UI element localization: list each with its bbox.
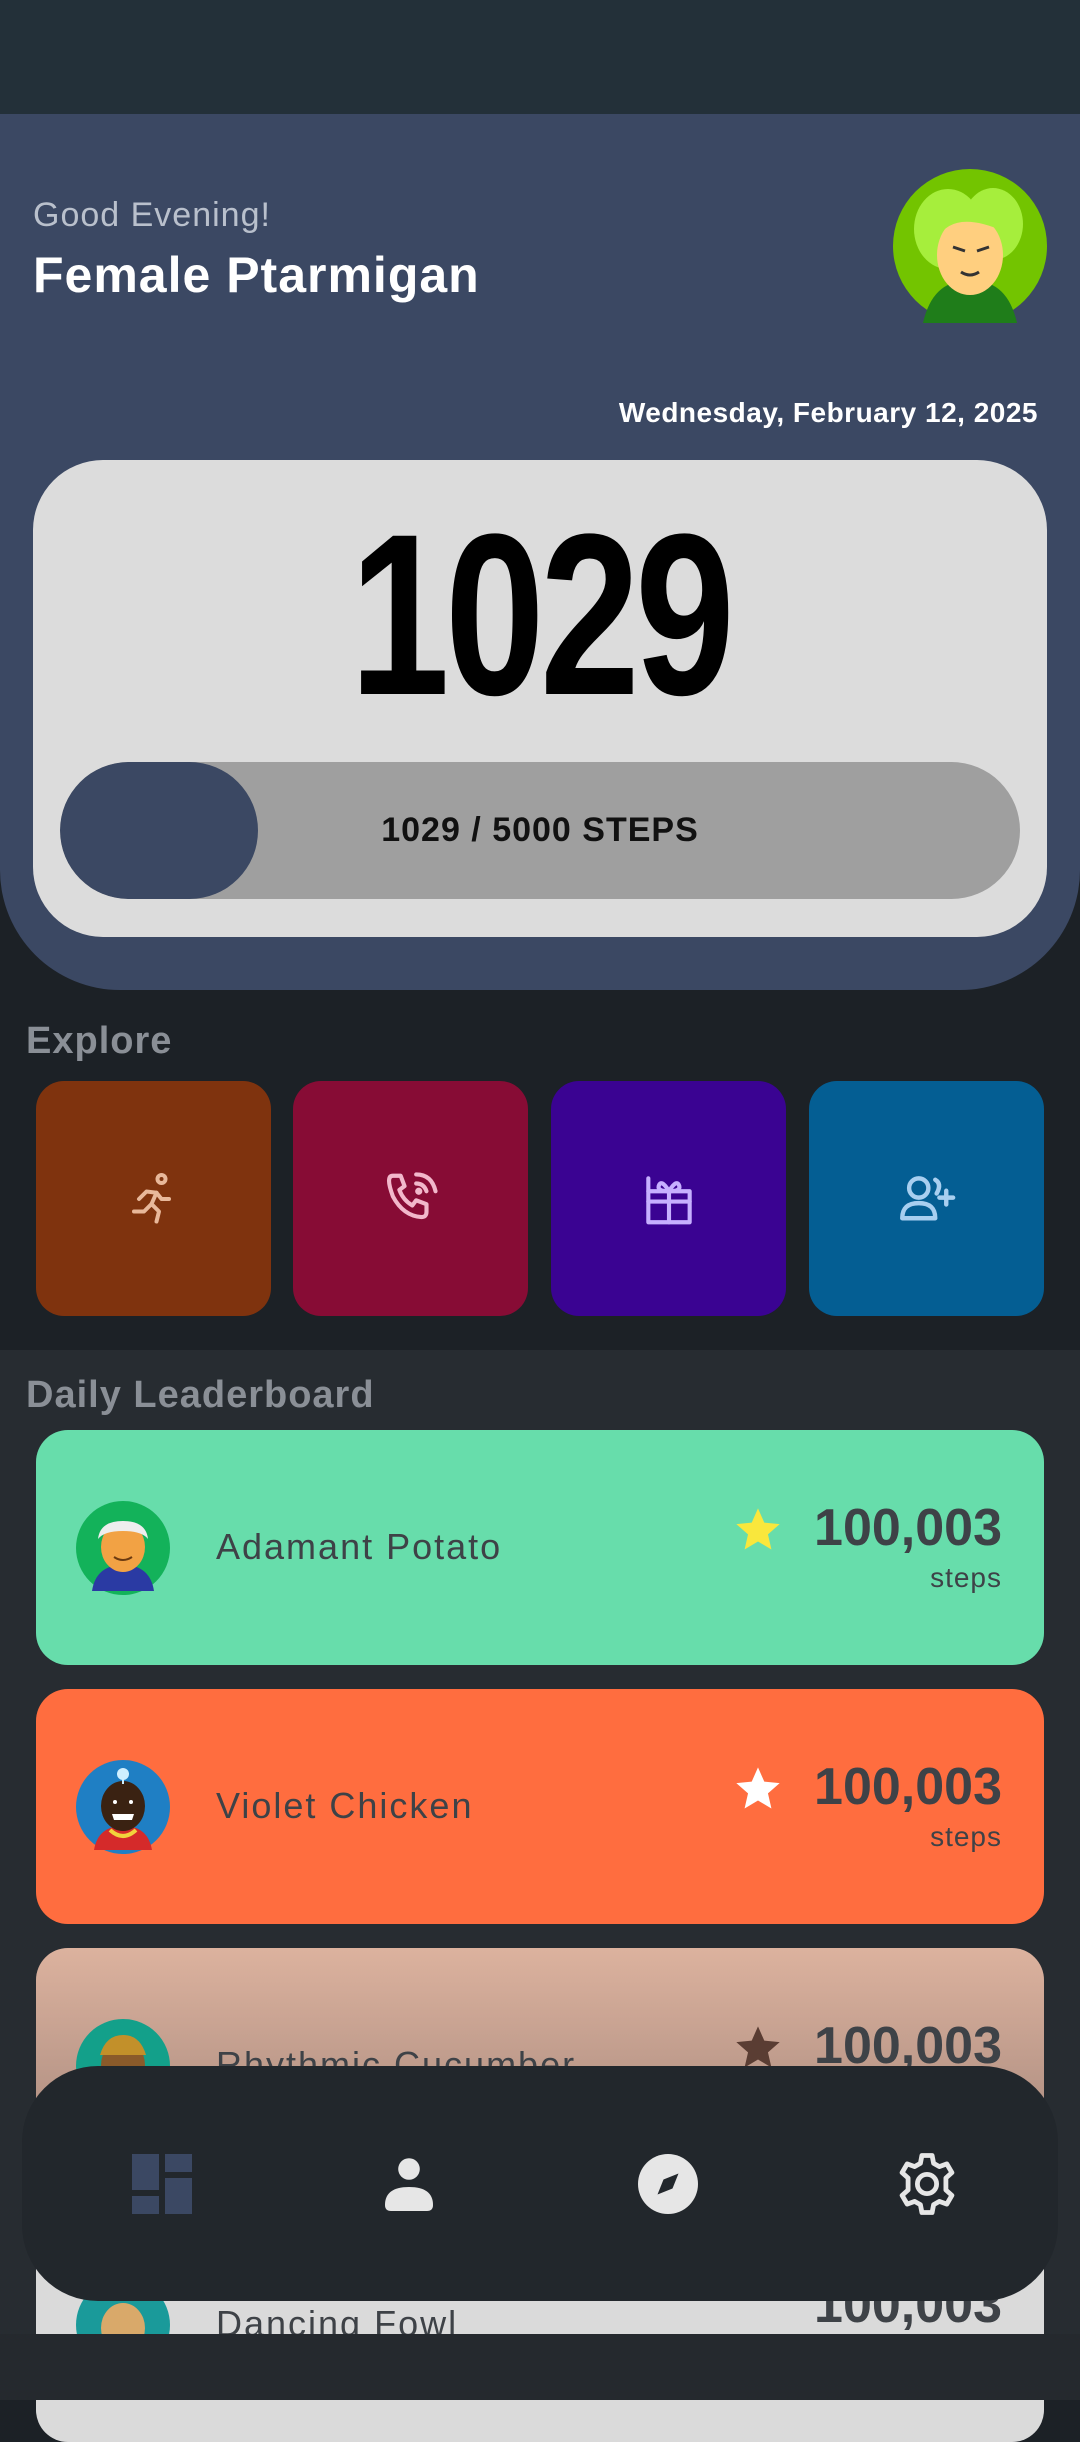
step-counter-card: 1029 1029 / 5000 STEPS <box>33 460 1047 937</box>
step-progress-bar: 1029 / 5000 STEPS <box>60 762 1020 899</box>
user-avatar[interactable] <box>893 169 1047 323</box>
leaderboard-entry[interactable]: Adamant Potato 100,003 steps <box>36 1430 1044 1665</box>
entry-score: 100,003 <box>814 1499 1002 1557</box>
nav-dashboard[interactable] <box>116 2138 208 2230</box>
settings-icon <box>899 2153 955 2215</box>
entry-name: Adamant Potato <box>216 1526 503 1567</box>
entry-unit: steps <box>930 1821 1002 1852</box>
wifi-call-icon <box>386 1171 438 1219</box>
leaderboard-entry[interactable]: Violet Chicken 100,003 steps <box>36 1689 1044 1924</box>
nav-explore[interactable] <box>622 2138 714 2230</box>
gift-icon <box>645 1175 692 1224</box>
entry-name: Violet Chicken <box>216 1785 474 1826</box>
user-name: Female Ptarmigan <box>33 247 480 303</box>
status-bar <box>0 0 1080 114</box>
dashboard-icon <box>132 2154 192 2214</box>
explore-tile-running[interactable] <box>36 1081 271 1316</box>
running-icon <box>131 1172 171 1223</box>
avatar-image <box>893 169 1047 323</box>
explore-tile-add-friend[interactable] <box>809 1081 1044 1316</box>
leaderboard-title: Daily Leaderboard <box>26 1374 375 1416</box>
bottom-navigation <box>22 2066 1058 2301</box>
greeting-text: Good Evening! <box>33 196 271 234</box>
nav-profile[interactable] <box>363 2138 455 2230</box>
entry-score: 100,003 <box>814 1758 1002 1816</box>
header-section: Good Evening! Female Ptarmigan Wednesday… <box>0 114 1080 990</box>
entry-avatar <box>76 1501 170 1595</box>
system-nav-bar <box>0 2334 1080 2400</box>
profile-icon <box>385 2158 433 2211</box>
star-icon <box>736 1508 780 1550</box>
explore-compass-icon <box>638 2154 698 2214</box>
explore-title: Explore <box>26 1020 173 1062</box>
nav-settings[interactable] <box>881 2138 973 2230</box>
step-count: 1029 <box>349 486 735 743</box>
current-date: Wednesday, February 12, 2025 <box>618 397 1038 428</box>
step-progress-label: 1029 / 5000 STEPS <box>381 811 699 849</box>
entry-unit: steps <box>930 1562 1002 1593</box>
explore-tile-call[interactable] <box>293 1081 528 1316</box>
add-friend-icon <box>899 1175 955 1220</box>
entry-avatar <box>76 1760 170 1854</box>
explore-tile-gift[interactable] <box>551 1081 786 1316</box>
star-icon <box>736 1767 780 1809</box>
